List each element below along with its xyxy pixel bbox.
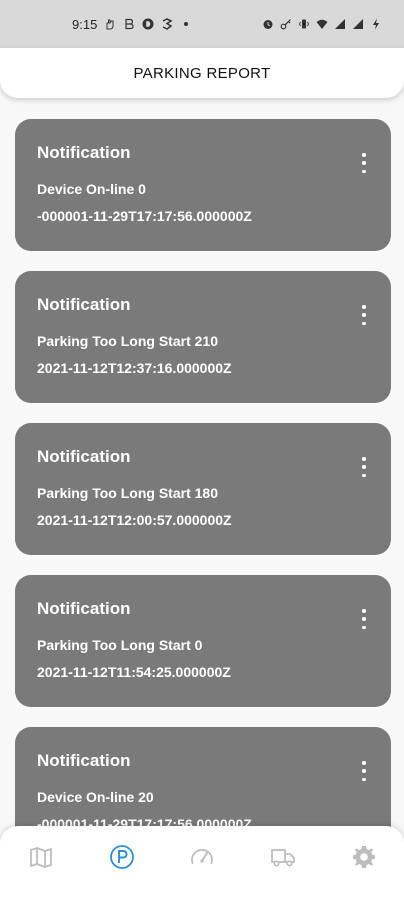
signal-icon bbox=[334, 18, 346, 30]
hand-icon bbox=[104, 18, 116, 30]
nav-parking[interactable] bbox=[109, 844, 135, 870]
settings-gear-icon bbox=[353, 846, 375, 868]
nav-speedometer[interactable] bbox=[189, 844, 215, 870]
notification-title: Notification bbox=[37, 447, 131, 466]
wifi-icon bbox=[316, 18, 328, 30]
status-bar-right bbox=[262, 0, 382, 48]
notification-message: Parking Too Long Start 180 bbox=[37, 485, 218, 501]
signal-icon bbox=[352, 18, 364, 30]
status-time: 9:15 bbox=[72, 16, 98, 32]
vibrate-icon bbox=[298, 18, 310, 30]
notification-message: Device On-line 0 bbox=[37, 181, 146, 197]
more-options-icon[interactable] bbox=[357, 153, 371, 173]
notification-message: Parking Too Long Start 0 bbox=[37, 637, 203, 653]
notification-title: Notification bbox=[37, 751, 131, 770]
notification-timestamp: -000001-11-29T17:17:56.000000Z bbox=[37, 208, 252, 224]
battery-charging-icon bbox=[370, 18, 382, 30]
notification-card[interactable]: Notification Device On-line 0 -000001-11… bbox=[15, 119, 391, 251]
more-options-icon[interactable] bbox=[357, 761, 371, 781]
parking-icon bbox=[110, 845, 134, 869]
notification-timestamp: 2021-11-12T12:37:16.000000Z bbox=[37, 360, 232, 376]
notification-list[interactable]: Notification Device On-line 0 -000001-11… bbox=[15, 119, 391, 879]
bottom-navigation bbox=[0, 826, 404, 900]
alarm-icon bbox=[262, 18, 274, 30]
screen: 9:15 PARKING REPORT Notification Device … bbox=[0, 0, 404, 900]
more-options-icon[interactable] bbox=[357, 609, 371, 629]
status-bar-left: 9:15 bbox=[72, 0, 192, 48]
speedometer-icon bbox=[191, 849, 213, 864]
nav-map[interactable] bbox=[28, 844, 54, 870]
notification-title: Notification bbox=[37, 599, 131, 618]
s-icon bbox=[161, 18, 173, 30]
more-options-icon[interactable] bbox=[357, 305, 371, 325]
page-title: PARKING REPORT bbox=[133, 64, 271, 82]
more-options-icon[interactable] bbox=[357, 457, 371, 477]
notification-message: Device On-line 20 bbox=[37, 789, 154, 805]
d-circle-icon bbox=[142, 18, 154, 30]
app-header: PARKING REPORT bbox=[0, 48, 404, 98]
status-bar: 9:15 bbox=[0, 0, 404, 48]
key-icon bbox=[280, 18, 292, 30]
notification-title: Notification bbox=[37, 143, 131, 162]
notification-card[interactable]: Notification Parking Too Long Start 180 … bbox=[15, 423, 391, 555]
notification-timestamp: 2021-11-12T11:54:25.000000Z bbox=[37, 664, 231, 680]
map-icon bbox=[30, 847, 52, 868]
notification-message: Parking Too Long Start 210 bbox=[37, 333, 218, 349]
notification-timestamp: 2021-11-12T12:00:57.000000Z bbox=[37, 512, 232, 528]
truck-icon bbox=[271, 849, 295, 867]
dot-icon bbox=[180, 18, 192, 30]
nav-truck[interactable] bbox=[270, 844, 296, 870]
notification-card[interactable]: Notification Parking Too Long Start 0 20… bbox=[15, 575, 391, 707]
b-icon bbox=[123, 18, 135, 30]
notification-title: Notification bbox=[37, 295, 131, 314]
nav-settings[interactable] bbox=[351, 844, 377, 870]
notification-card[interactable]: Notification Parking Too Long Start 210 … bbox=[15, 271, 391, 403]
